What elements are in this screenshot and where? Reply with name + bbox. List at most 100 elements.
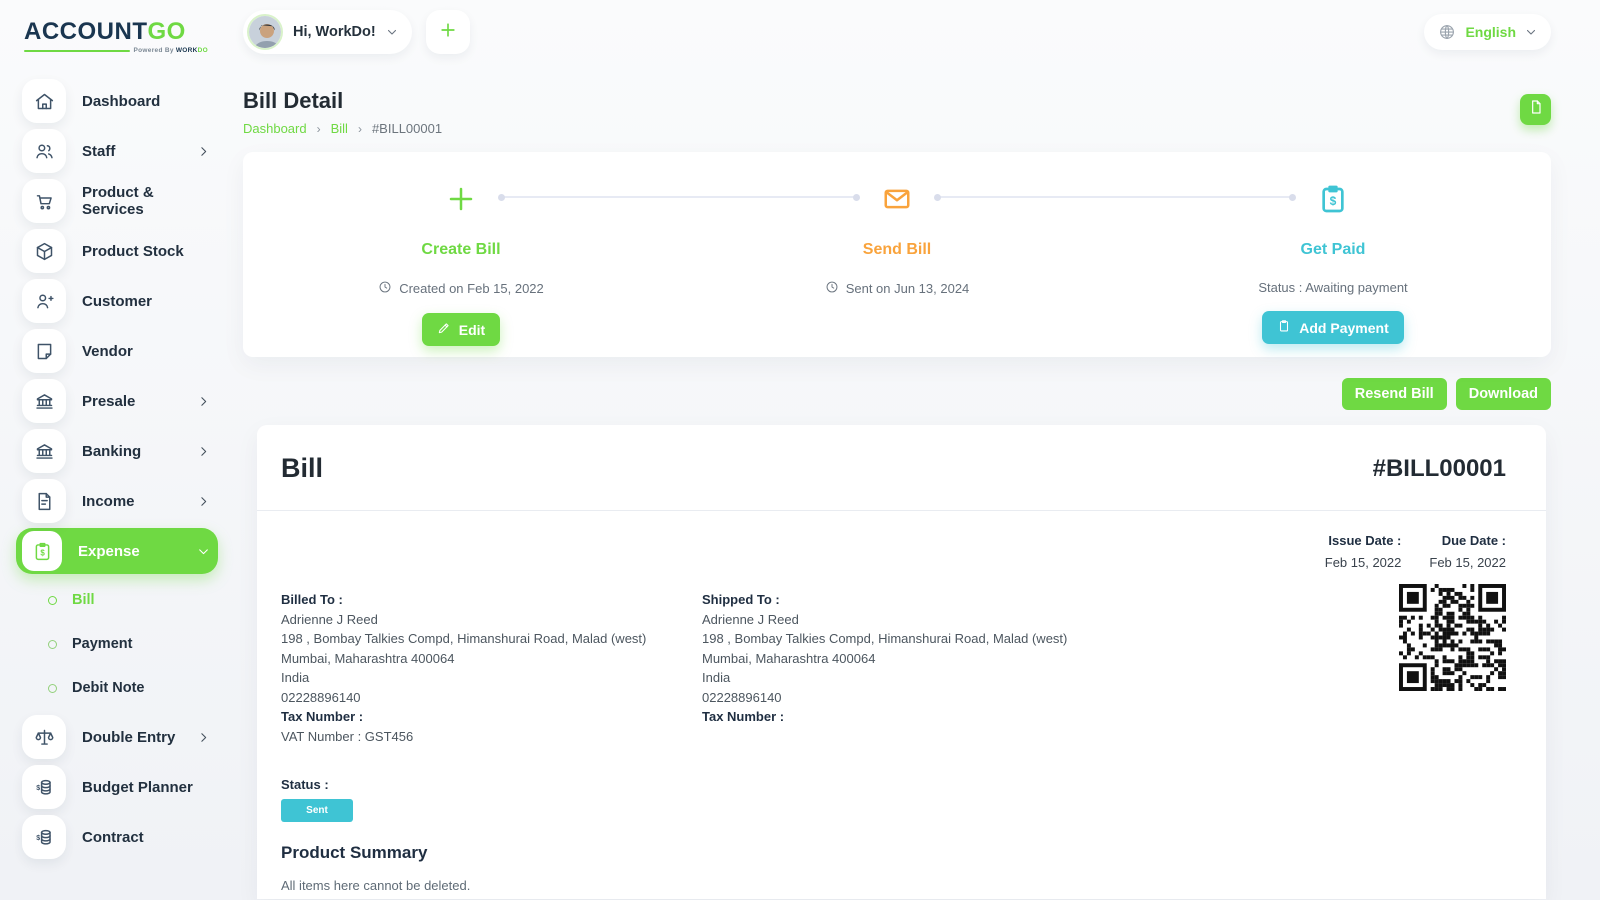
step-detail-text: Created on Feb 15, 2022 xyxy=(399,281,544,296)
due-date-value: Feb 15, 2022 xyxy=(1429,555,1506,570)
cube-icon xyxy=(22,229,66,273)
bill-progress-card: Create Bill Created on Feb 15, 2022 Edit… xyxy=(243,152,1551,357)
step-send-bill: Send Bill Sent on Jun 13, 2024 xyxy=(679,182,1115,357)
chevron-down-icon xyxy=(197,545,210,558)
shipped-to-block: Shipped To : Adrienne J Reed 198 , Bomba… xyxy=(702,590,1123,746)
issue-date-label: Issue Date : xyxy=(1325,533,1402,548)
mail-icon xyxy=(882,182,912,216)
svg-text:$: $ xyxy=(36,835,40,842)
step-label: Get Paid xyxy=(1301,241,1366,259)
add-payment-button[interactable]: Add Payment xyxy=(1262,311,1403,344)
sidebar-item-banking[interactable]: Banking xyxy=(16,426,218,476)
submenu-item-bill[interactable]: Bill xyxy=(48,578,218,622)
stepper-connector xyxy=(937,196,1293,198)
breadcrumb-bill[interactable]: Bill xyxy=(331,121,348,136)
powered-by: Powered By WORKDO xyxy=(134,47,208,54)
download-button[interactable]: Download xyxy=(1456,378,1551,410)
bullet-icon xyxy=(48,640,57,649)
chevron-down-icon xyxy=(386,26,398,38)
scale-icon xyxy=(22,715,66,759)
submenu-item-payment[interactable]: Payment xyxy=(48,622,218,666)
shipped-to-country: India xyxy=(702,668,1123,688)
clock-icon xyxy=(378,280,392,297)
breadcrumb-separator: › xyxy=(317,122,321,136)
step-detail-text: Status : Awaiting payment xyxy=(1258,280,1407,295)
file-icon xyxy=(1528,99,1544,120)
brand-name: ACCOUNTGO xyxy=(24,18,208,46)
step-get-paid: $ Get Paid Status : Awaiting payment Add… xyxy=(1115,182,1551,357)
sidebar-item-contract[interactable]: $ Contract xyxy=(16,812,218,862)
breadcrumb-current: #BILL00001 xyxy=(372,121,442,136)
bank-icon xyxy=(22,379,66,423)
bill-dates: Issue Date : Feb 15, 2022 Due Date : Feb… xyxy=(257,511,1546,570)
plus-icon xyxy=(438,20,458,45)
product-summary-title: Product Summary xyxy=(281,843,1522,863)
language-selector[interactable]: English xyxy=(1424,14,1551,50)
chevron-right-icon xyxy=(197,395,210,408)
sidebar-item-dashboard[interactable]: Dashboard xyxy=(16,76,218,126)
logo-underline xyxy=(24,50,130,52)
edit-button[interactable]: Edit xyxy=(422,313,500,346)
sidebar-item-double-entry[interactable]: Double Entry xyxy=(16,712,218,762)
document-button[interactable] xyxy=(1520,94,1551,125)
bill-heading: Bill xyxy=(281,453,323,484)
shipped-to-name: Adrienne J Reed xyxy=(702,610,1123,630)
qr-code xyxy=(1399,584,1506,691)
sidebar-item-presale[interactable]: Presale xyxy=(16,376,218,426)
sidebar-item-expense[interactable]: $ Expense xyxy=(16,528,218,574)
sidebar-item-product-services[interactable]: Product & Services xyxy=(16,176,218,226)
cart-icon xyxy=(22,179,66,223)
language-label: English xyxy=(1465,24,1516,40)
chevron-right-icon xyxy=(197,731,210,744)
edit-pencil-icon xyxy=(437,321,451,338)
bill-number: #BILL00001 xyxy=(1373,455,1506,483)
user-avatar xyxy=(247,14,283,50)
bill-parties: Billed To : Adrienne J Reed 198 , Bombay… xyxy=(257,570,1546,746)
plus-icon xyxy=(446,182,476,216)
sidebar-item-customer[interactable]: Customer xyxy=(16,276,218,326)
resend-bill-button[interactable]: Resend Bill xyxy=(1342,378,1447,410)
step-detail-text: Sent on Jun 13, 2024 xyxy=(846,281,970,296)
sidebar-item-budget-planner[interactable]: $ Budget Planner xyxy=(16,762,218,812)
bill-document-card: Bill #BILL00001 Issue Date : Feb 15, 202… xyxy=(257,425,1546,899)
bullet-icon xyxy=(48,596,57,605)
clipboard-dollar-icon: $ xyxy=(22,531,62,571)
status-badge: Sent xyxy=(281,799,353,822)
chevron-down-icon xyxy=(1525,26,1537,38)
breadcrumb-dashboard[interactable]: Dashboard xyxy=(243,121,307,136)
expense-submenu: Bill Payment Debit Note xyxy=(16,576,218,712)
file-icon xyxy=(22,479,66,523)
step-label: Create Bill xyxy=(421,241,500,259)
status-label: Status : xyxy=(281,777,1522,792)
globe-icon xyxy=(1438,23,1456,41)
sidebar: ACCOUNTGO Powered By WORKDO Dashboard St… xyxy=(0,0,230,900)
sidebar-item-vendor[interactable]: Vendor xyxy=(16,326,218,376)
step-create-bill: Create Bill Created on Feb 15, 2022 Edit xyxy=(243,182,679,357)
brand-logo[interactable]: ACCOUNTGO Powered By WORKDO xyxy=(0,16,230,54)
sidebar-item-product-stock[interactable]: Product Stock xyxy=(16,226,218,276)
shipped-to-address1: 198 , Bombay Talkies Compd, Himanshurai … xyxy=(702,629,1123,649)
topbar: Hi, WorkDo! English xyxy=(243,10,1551,54)
sidebar-item-income[interactable]: Income xyxy=(16,476,218,526)
breadcrumb-separator: › xyxy=(358,122,362,136)
bullet-icon xyxy=(48,684,57,693)
page-header: Bill Detail Dashboard › Bill › #BILL0000… xyxy=(243,88,1551,136)
billed-to-name: Adrienne J Reed xyxy=(281,610,702,630)
sidebar-nav: Dashboard Staff Product & Services Produ… xyxy=(0,54,230,862)
coins-icon: $ xyxy=(22,815,66,859)
greeting-text: Hi, WorkDo! xyxy=(293,24,376,40)
step-label: Send Bill xyxy=(863,241,931,259)
stepper-connector xyxy=(501,196,857,198)
billed-to-address1: 198 , Bombay Talkies Compd, Himanshurai … xyxy=(281,629,702,649)
submenu-item-debit-note[interactable]: Debit Note xyxy=(48,666,218,710)
bill-actions: Resend Bill Download xyxy=(243,378,1551,410)
note-icon xyxy=(22,329,66,373)
sidebar-item-staff[interactable]: Staff xyxy=(16,126,218,176)
shipped-to-address2: Mumbai, Maharashtra 400064 xyxy=(702,649,1123,669)
coins-icon: $ xyxy=(22,765,66,809)
add-button[interactable] xyxy=(426,10,470,54)
due-date-label: Due Date : xyxy=(1429,533,1506,548)
users-icon xyxy=(22,129,66,173)
svg-text:$: $ xyxy=(40,548,45,557)
user-menu[interactable]: Hi, WorkDo! xyxy=(243,10,412,54)
